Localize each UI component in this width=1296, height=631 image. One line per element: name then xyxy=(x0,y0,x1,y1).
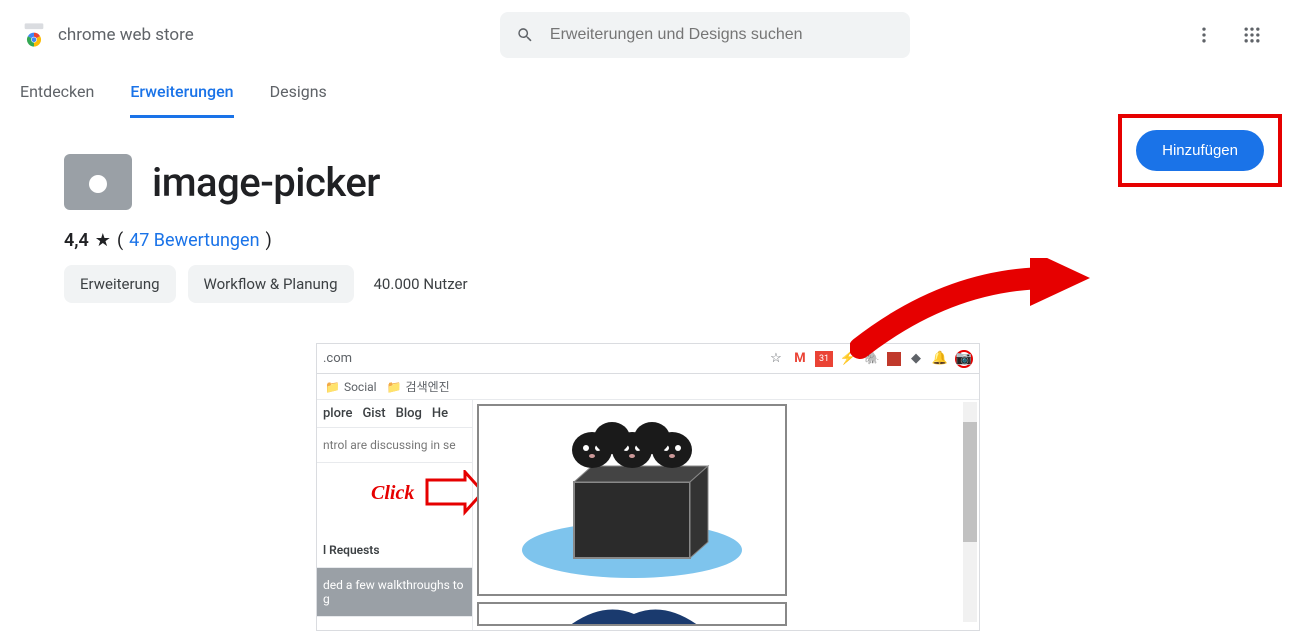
feed-item-2: l Requests xyxy=(317,533,472,568)
add-button-highlight: Hinzufügen xyxy=(1118,114,1282,187)
rating-row: 4,4 ★ (47 Bewertungen) xyxy=(64,230,1232,251)
star-icon: ★ xyxy=(95,230,111,251)
logo-area[interactable]: chrome web store xyxy=(20,21,194,49)
bookmark-search: 📁검색엔진 xyxy=(387,378,450,395)
feed-item-1: ntrol are discussing in se xyxy=(317,428,472,463)
preview-nav: plore Gist Blog He xyxy=(317,400,472,428)
star-outline-icon: ☆ xyxy=(767,350,785,368)
chrome-store-logo-icon xyxy=(20,21,48,49)
more-menu-icon[interactable] xyxy=(1192,23,1216,47)
preview-image-1 xyxy=(477,404,787,596)
preview-image-2 xyxy=(477,602,787,626)
apps-grid-icon[interactable] xyxy=(1240,23,1264,47)
add-button[interactable]: Hinzufügen xyxy=(1136,130,1264,171)
store-name: chrome web store xyxy=(58,25,194,45)
tab-extensions[interactable]: Erweiterungen xyxy=(130,82,233,118)
main-content: image-picker 4,4 ★ (47 Bewertungen) Erwe… xyxy=(0,118,1296,631)
chip-type[interactable]: Erweiterung xyxy=(64,265,176,303)
search-container xyxy=(500,12,910,58)
header: chrome web store xyxy=(0,0,1296,70)
user-count: 40.000 Nutzer xyxy=(374,275,468,293)
header-actions xyxy=(1192,23,1276,47)
rating-value: 4,4 xyxy=(64,230,89,251)
chip-category[interactable]: Workflow & Planung xyxy=(188,265,354,303)
tab-themes[interactable]: Designs xyxy=(270,82,327,118)
preview-scrollbar xyxy=(963,402,977,622)
extension-icon xyxy=(64,154,132,210)
tab-discover[interactable]: Entdecken xyxy=(20,82,94,118)
preview-main xyxy=(473,400,979,630)
screenshot-preview: .com ☆ M 31 ⚡ 🐘 ◆ 🔔 📷 📁Social 📁검색엔진 plor… xyxy=(316,343,980,631)
gmail-icon: M xyxy=(791,350,809,368)
bookmark-social: 📁Social xyxy=(325,380,377,394)
click-annotation: Click xyxy=(371,482,414,505)
preview-body: plore Gist Blog He ntrol are discussing … xyxy=(317,400,979,630)
feed-item-3: ded a few walkthroughs to g xyxy=(317,568,472,617)
annotation-arrow-icon xyxy=(850,258,1090,378)
title-row: image-picker xyxy=(64,154,1232,210)
nav-tabs: Entdecken Erweiterungen Designs xyxy=(0,70,1296,118)
search-icon xyxy=(516,25,534,45)
url-fragment: .com xyxy=(323,351,767,366)
extension-title: image-picker xyxy=(152,159,380,206)
search-input[interactable] xyxy=(550,26,894,44)
reviews-link[interactable]: 47 Bewertungen xyxy=(129,230,259,251)
calendar-icon: 31 xyxy=(815,351,833,367)
search-box[interactable] xyxy=(500,12,910,58)
